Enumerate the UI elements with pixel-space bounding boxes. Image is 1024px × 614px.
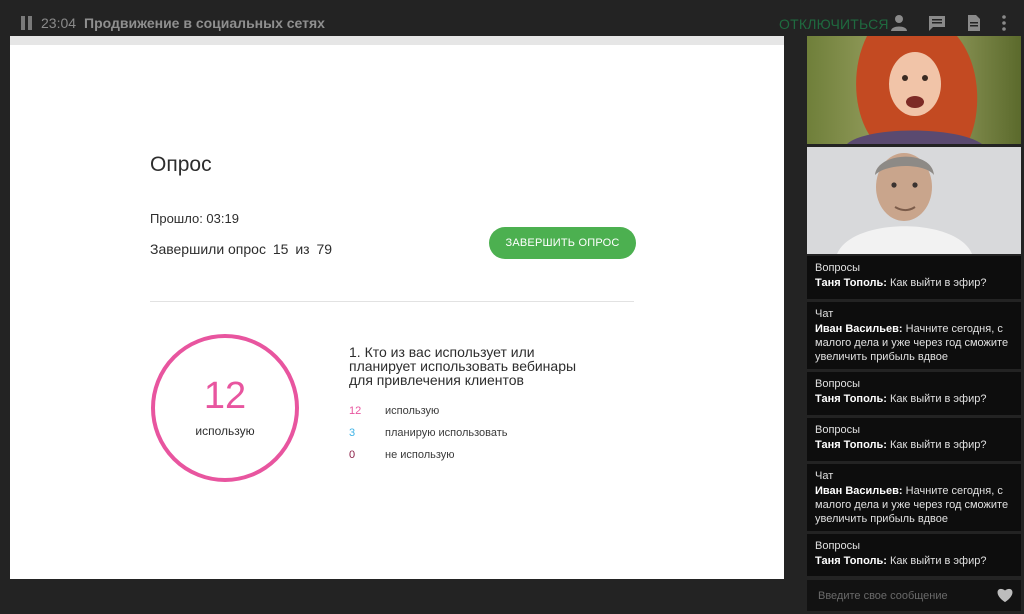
message-text: Как выйти в эфир? [890,393,987,405]
heart-icon[interactable] [996,587,1014,603]
completed-total: 79 [316,241,333,257]
message-composer [807,580,1021,611]
message-type: Вопросы [815,540,861,552]
finish-poll-button[interactable]: ЗАВЕРШИТЬ ОПРОС [489,227,636,259]
completed-of: из [295,241,310,257]
message-author: Иван Васильев: [815,485,903,497]
message-author: Таня Тополь: [815,439,887,451]
divider [150,301,634,302]
answer-row: 12 использую [349,405,609,427]
poll-title: Опрос [150,153,212,176]
message-text: Как выйти в эфир? [890,555,987,567]
question-message[interactable]: Вопросы Таня Тополь: Как выйти в эфир? [807,372,1021,415]
question-message[interactable]: Вопросы Таня Тополь: Как выйти в эфир? [807,534,1021,576]
broadcast-time: 23:04 [41,15,77,31]
message-type: Чат [815,308,834,320]
answer-label: планирую использовать [385,427,508,439]
completed-count: Завершили опрос 15 из 79 [150,241,335,257]
message-type: Вопросы [815,378,861,390]
pause-icon[interactable] [21,16,33,30]
chat-message[interactable]: Чат Иван Васильев: Начните сегодня, с мал… [807,464,1021,531]
message-body: Иван Васильев: Начните сегодня, с малого… [815,484,1013,526]
user-icon[interactable] [889,13,909,33]
more-vertical-icon[interactable] [994,13,1014,33]
webinar-title: Продвижение в социальных сетях [84,15,325,31]
message-body: Таня Тополь: Как выйти в эфир? [815,554,1013,568]
completed-prefix: Завершили опрос [150,241,266,257]
answer-count: 12 [349,405,362,417]
message-author: Таня Тополь: [815,393,887,405]
answer-row: 3 планирую использовать [349,427,609,449]
chat-message[interactable]: Чат Иван Васильев: Начните сегодня, с мал… [807,302,1021,369]
ring-value: 12 [203,375,247,417]
question-message[interactable]: Вопросы Таня Тополь: Как выйти в эфир? [807,418,1021,461]
question-message[interactable]: Вопросы Таня Тополь: Как выйти в эфир? [807,256,1021,299]
message-body: Таня Тополь: Как выйти в эфир? [815,438,1013,452]
answer-label: использую [385,405,440,417]
completed-number: 15 [272,241,289,257]
answer-row: 0 не использую [349,449,609,471]
message-text: Как выйти в эфир? [890,277,987,289]
video-presenter-woman[interactable] [807,36,1021,144]
message-author: Таня Тополь: [815,277,887,289]
message-author: Иван Васильев: [815,323,903,335]
message-body: Иван Васильев: Начните сегодня, с малого… [815,322,1013,364]
document-icon[interactable] [964,13,984,33]
message-type: Вопросы [815,262,861,274]
message-input[interactable] [807,580,993,611]
answer-count: 3 [349,427,356,439]
ring-label: использую [195,424,255,438]
message-body: Таня Тополь: Как выйти в эфир? [815,392,1013,406]
message-type: Вопросы [815,424,861,436]
message-body: Таня Тополь: Как выйти в эфир? [815,276,1013,290]
message-author: Таня Тополь: [815,555,887,567]
result-ring: 12 использую [151,334,299,482]
message-text: Как выйти в эфир? [890,439,987,451]
message-feed[interactable]: Вопросы Таня Тополь: Как выйти в эфир? Чат… [807,256,1021,578]
message-type: Чат [815,470,834,482]
elapsed-time: Прошло: 03:19 [150,211,239,226]
slide-top-strip [10,36,784,45]
video-presenter-man[interactable] [807,147,1021,254]
disconnect-button[interactable]: ОТКЛЮЧИТЬСЯ [779,16,889,32]
answer-label: не использую [385,449,455,461]
answer-list: 12 использую 3 планирую использовать 0 не исп… [349,405,609,471]
poll-question: 1. Кто из вас использует или планирует и… [349,344,577,388]
chat-icon[interactable] [927,13,947,33]
poll-slide: Опрос Прошло: 03:19 Завершили опрос 15 и… [10,36,784,579]
answer-count: 0 [349,449,356,461]
